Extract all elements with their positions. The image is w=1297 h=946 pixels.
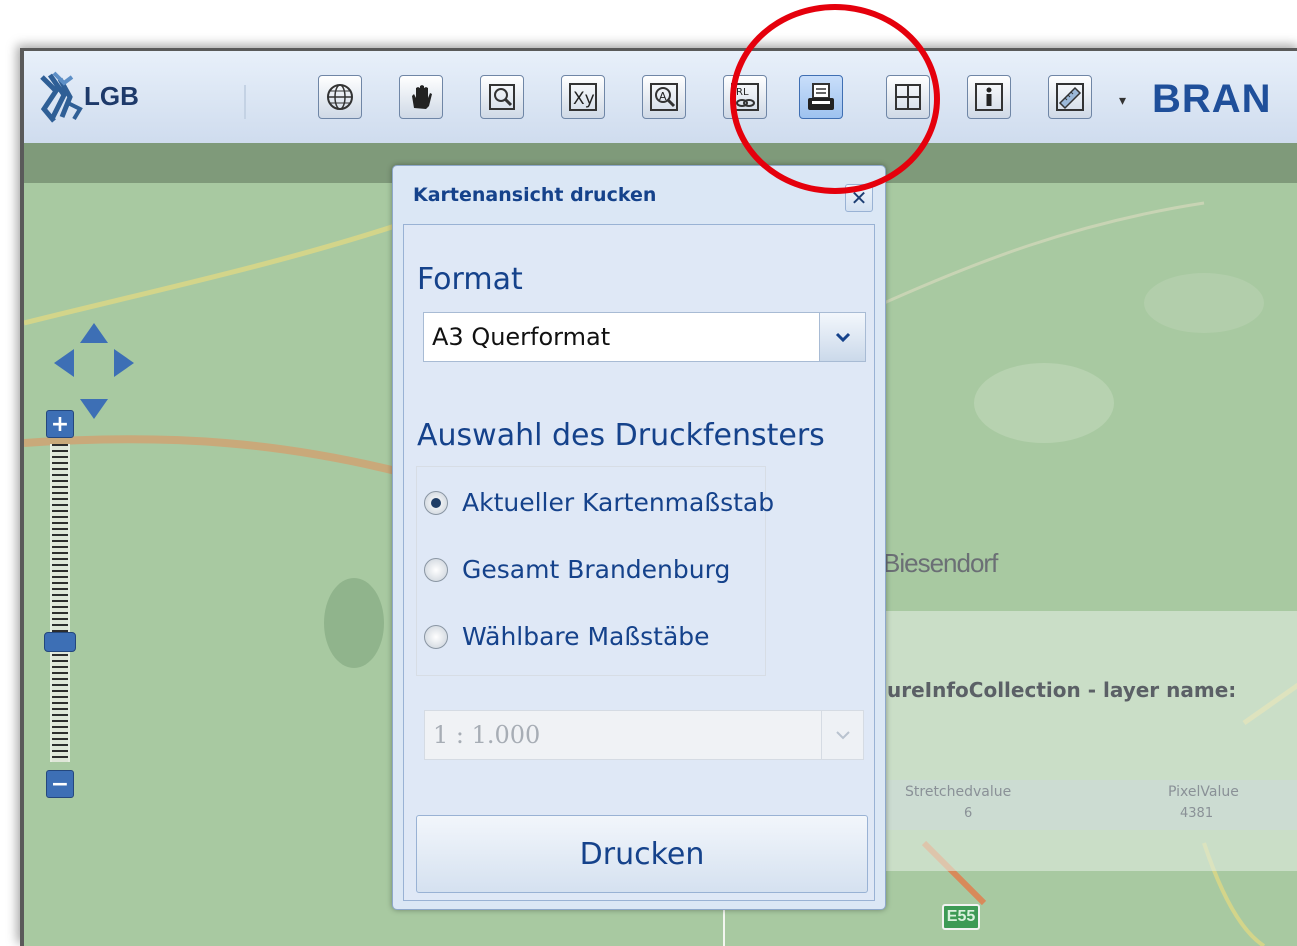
measure-ruler-icon xyxy=(1056,83,1084,111)
zoom-in-button[interactable]: + xyxy=(46,410,74,438)
radio-unchecked-icon[interactable] xyxy=(424,557,448,582)
logo-text: LGB xyxy=(84,81,139,111)
pan-left-icon[interactable] xyxy=(54,349,74,377)
pan-navigation-control[interactable] xyxy=(54,323,134,423)
pan-tool-button[interactable] xyxy=(399,75,443,119)
chevron-down-icon xyxy=(835,731,850,740)
address-search-icon: A xyxy=(650,83,678,111)
table-cell-stretched: 6 xyxy=(964,806,973,821)
toolbar: LGB Xy A RL ▾ BRAN xyxy=(24,51,1297,144)
svg-text:Xy: Xy xyxy=(573,89,595,109)
radio-label: Gesamt Brandenburg xyxy=(462,555,731,584)
dialog-title: Kartenansicht drucken xyxy=(413,184,657,206)
highlight-annotation-circle xyxy=(730,4,940,194)
format-dropdown-button[interactable] xyxy=(820,312,866,362)
toolbar-separator xyxy=(244,85,246,119)
print-window-label: Auswahl des Druckfensters xyxy=(417,418,825,453)
radio-label: Aktueller Kartenmaßstab xyxy=(462,488,775,517)
format-label: Format xyxy=(417,262,523,297)
zoom-extent-tool-button[interactable] xyxy=(480,75,524,119)
measure-dropdown-caret-icon[interactable]: ▾ xyxy=(1119,93,1126,109)
feature-info-title: ureInfoCollection - layer name: xyxy=(887,678,1237,702)
pan-down-icon[interactable] xyxy=(80,399,108,419)
info-icon xyxy=(975,83,1003,111)
xy-coordinate-icon: Xy xyxy=(569,83,597,111)
radio-current-scale[interactable]: Aktueller Kartenmaßstab xyxy=(424,488,774,517)
map-place-label: Biesendorf xyxy=(883,548,998,578)
brand-title: BRAN xyxy=(1152,77,1272,121)
print-button[interactable]: Drucken xyxy=(416,815,868,893)
zoom-slider[interactable] xyxy=(50,444,70,762)
zoom-slider-handle[interactable] xyxy=(44,632,76,652)
table-header-pixel: PixelValue xyxy=(1168,784,1239,800)
radio-label: Wählbare Maßstäbe xyxy=(462,622,710,651)
address-search-tool-button[interactable]: A xyxy=(642,75,686,119)
svg-text:A: A xyxy=(659,90,667,103)
feature-info-panel xyxy=(884,611,1297,871)
table-cell-pixel: 4381 xyxy=(1180,806,1214,821)
scale-select-input[interactable]: 1 : 1.000 xyxy=(424,710,822,760)
scale-dropdown-button[interactable] xyxy=(822,710,864,760)
radio-selectable-scales[interactable]: Wählbare Maßstäbe xyxy=(424,622,710,651)
hand-pan-icon xyxy=(412,85,432,109)
pan-up-icon[interactable] xyxy=(80,323,108,343)
format-select-input[interactable]: A3 Querformat xyxy=(423,312,820,362)
pan-right-icon[interactable] xyxy=(114,349,134,377)
info-tool-button[interactable] xyxy=(967,75,1011,119)
globe-tool-button[interactable] xyxy=(318,75,362,119)
table-header-stretched: Stretchedvalue xyxy=(905,784,1012,800)
radio-checked-icon[interactable] xyxy=(424,490,448,515)
globe-icon xyxy=(327,84,353,110)
measure-tool-button[interactable] xyxy=(1048,75,1092,119)
xy-coordinate-tool-button[interactable]: Xy xyxy=(561,75,605,119)
chevron-down-icon xyxy=(835,332,850,343)
road-number-badge: E55 xyxy=(942,904,980,930)
zoom-out-button[interactable]: − xyxy=(46,770,74,798)
zoom-extent-icon xyxy=(489,84,515,110)
radio-unchecked-icon[interactable] xyxy=(424,624,448,649)
radio-all-brandenburg[interactable]: Gesamt Brandenburg xyxy=(424,555,730,584)
